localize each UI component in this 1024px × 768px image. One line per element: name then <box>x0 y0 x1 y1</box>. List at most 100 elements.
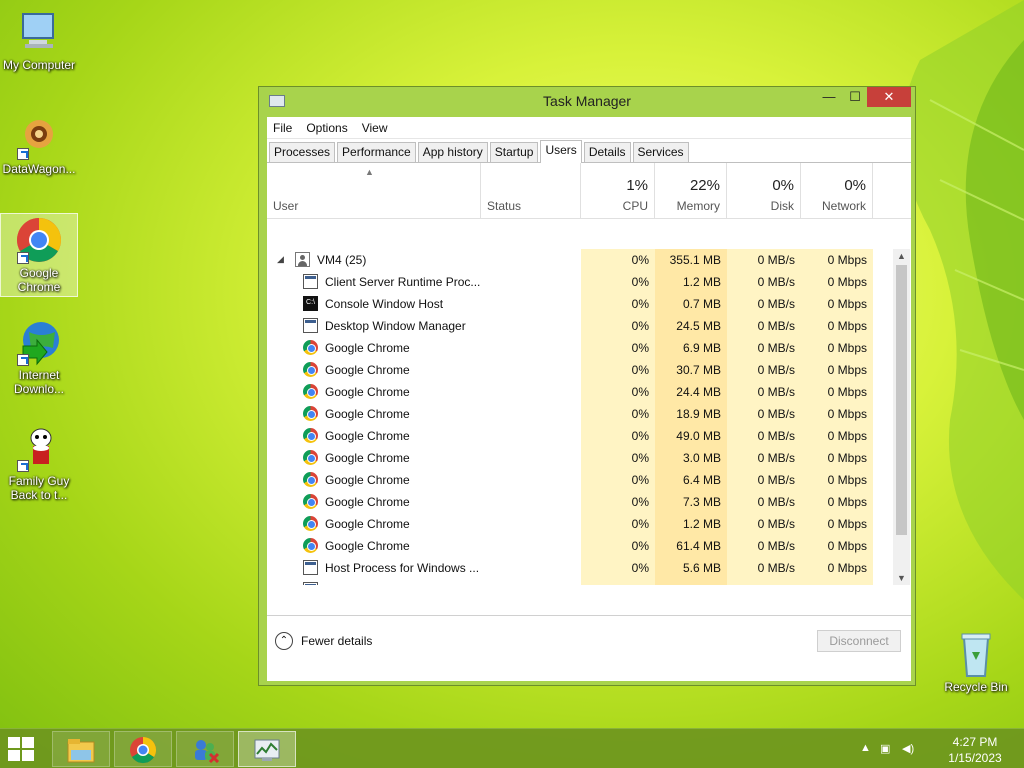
cpu-value: 0% <box>631 253 649 267</box>
disconnect-button[interactable]: Disconnect <box>817 630 901 652</box>
taskbar-file-explorer[interactable] <box>52 731 110 767</box>
process-row[interactable]: Google Chrome 0% 6.9 MB 0 MB/s 0 Mbps <box>267 337 893 359</box>
desktop-icon-datawagon[interactable]: DataWagon... <box>0 112 78 176</box>
tab-startup[interactable]: Startup <box>489 142 539 162</box>
process-row[interactable]: Google Chrome 0% 3.0 MB 0 MB/s 0 Mbps <box>267 447 893 469</box>
process-row[interactable]: Google Chrome 0% 1.2 MB 0 MB/s 0 Mbps <box>267 513 893 535</box>
disk-value: 0 MB/s <box>757 275 795 289</box>
volume-icon[interactable]: ◀) <box>902 742 914 755</box>
desktop-icon-family-guy[interactable]: Family Guy Back to t... <box>0 424 78 502</box>
desktop-icon-recycle-bin[interactable]: Recycle Bin <box>936 630 1016 694</box>
tab-app-history[interactable]: App history <box>417 142 488 162</box>
menu-file[interactable]: File <box>273 121 292 135</box>
family-guy-icon <box>15 424 63 472</box>
network-value: 0 Mbps <box>827 495 867 509</box>
desktop-icon-label: DataWagon... <box>2 162 76 176</box>
process-name: Host Process for Windows ... <box>325 561 480 575</box>
desktop-icon-my-computer[interactable]: My Computer <box>0 8 78 72</box>
cpu-value: 0% <box>631 517 649 531</box>
process-row[interactable]: Host Process for Windows ... 0% 5.6 MB 0 MB… <box>267 557 893 579</box>
chrome-icon <box>303 538 318 553</box>
window-icon <box>303 560 318 575</box>
disk-value: 0 MB/s <box>757 539 795 553</box>
show-hidden-icons-arrow[interactable]: ▲ <box>860 742 871 754</box>
desktop-icon-label: Internet Downlo... <box>13 368 65 396</box>
maximize-button[interactable]: ☐ <box>841 87 869 107</box>
tab-users[interactable]: Users <box>540 140 582 163</box>
process-name: IDM Integration module <box>325 583 450 585</box>
window-icon <box>303 318 318 333</box>
menu-view[interactable]: View <box>362 121 388 135</box>
memory-value: 61.4 MB <box>676 539 721 553</box>
chrome-icon <box>15 216 63 264</box>
console-icon: C:\ <box>303 296 318 311</box>
menu-options[interactable]: Options <box>306 121 347 135</box>
cpu-value: 0% <box>631 297 649 311</box>
memory-value: 7.3 MB <box>682 495 721 509</box>
process-name: Google Chrome <box>325 341 410 355</box>
column-header-user[interactable]: ▲ User <box>267 163 481 219</box>
process-row[interactable]: IDM Integration module 0% 1.3 MB 0 MB/s 0 Mb… <box>267 579 893 585</box>
taskbar-google-chrome[interactable] <box>114 731 172 767</box>
scroll-up-arrow-icon[interactable]: ▲ <box>893 249 910 263</box>
process-row[interactable]: Desktop Window Manager 0% 24.5 MB 0 MB/s 0 M… <box>267 315 893 337</box>
column-header-cpu[interactable]: 1% CPU <box>581 163 655 219</box>
taskbar-network-app[interactable] <box>176 731 234 767</box>
column-header-row: ▲ User Status 1% CPU 22% Memory 0% Disk … <box>267 163 911 219</box>
memory-value: 3.0 MB <box>682 451 721 465</box>
user-group-row[interactable]: ◢ VM4 (25) 0% 355.1 MB 0 MB/s 0 Mbps <box>267 249 893 271</box>
process-row[interactable]: Google Chrome 0% 18.9 MB 0 MB/s 0 Mbps <box>267 403 893 425</box>
cpu-value: 0% <box>631 275 649 289</box>
process-name: Google Chrome <box>325 517 410 531</box>
process-row[interactable]: Google Chrome 0% 30.7 MB 0 MB/s 0 Mbps <box>267 359 893 381</box>
scroll-thumb[interactable] <box>896 265 907 535</box>
process-name: Google Chrome <box>325 429 410 443</box>
process-row[interactable]: Google Chrome 0% 24.4 MB 0 MB/s 0 Mbps <box>267 381 893 403</box>
process-row[interactable]: Google Chrome 0% 7.3 MB 0 MB/s 0 Mbps <box>267 491 893 513</box>
chevron-up-icon: ⌃ <box>275 632 293 650</box>
process-row[interactable]: Google Chrome 0% 49.0 MB 0 MB/s 0 Mbps <box>267 425 893 447</box>
process-name: Desktop Window Manager <box>325 319 466 333</box>
scroll-down-arrow-icon[interactable]: ▼ <box>893 571 910 585</box>
desktop-icon-label: Google Chrome <box>17 266 61 294</box>
memory-value: 49.0 MB <box>676 429 721 443</box>
taskbar-task-manager[interactable] <box>238 731 296 767</box>
memory-value: 1.2 MB <box>682 517 721 531</box>
process-name: Console Window Host <box>325 297 444 311</box>
process-row[interactable]: C:\ Console Window Host 0% 0.7 MB 0 MB/s 0 Mb… <box>267 293 893 315</box>
column-header-status[interactable]: Status <box>481 163 581 219</box>
title-bar[interactable]: Task Manager — ☐ ✕ <box>259 87 915 115</box>
tab-details[interactable]: Details <box>583 142 631 162</box>
process-row[interactable]: Google Chrome 0% 61.4 MB 0 MB/s 0 Mbps <box>267 535 893 557</box>
network-value: 0 Mbps <box>827 451 867 465</box>
column-header-memory[interactable]: 22% Memory <box>655 163 727 219</box>
collapse-arrow-icon[interactable]: ◢ <box>277 254 284 265</box>
vertical-scrollbar[interactable]: ▲ ▼ <box>893 249 910 585</box>
fewer-details-button[interactable]: ⌃ Fewer details <box>275 632 372 650</box>
minimize-button[interactable]: — <box>815 87 843 107</box>
memory-value: 0.7 MB <box>682 297 721 311</box>
desktop-icon-internet-download-manager[interactable]: Internet Downlo... <box>0 318 78 396</box>
network-icon[interactable]: ▣ <box>880 742 890 755</box>
clock[interactable]: 4:27 PM 1/15/2023 <box>940 734 1010 766</box>
desktop-icon-google-chrome[interactable]: Google Chrome <box>0 213 78 297</box>
tab-performance[interactable]: Performance <box>337 142 416 162</box>
column-header-disk[interactable]: 0% Disk <box>727 163 801 219</box>
process-row[interactable]: Client Server Runtime Proc... 0% 1.2 MB 0 M… <box>267 271 893 293</box>
process-row[interactable]: Google Chrome 0% 6.4 MB 0 MB/s 0 Mbps <box>267 469 893 491</box>
chrome-icon <box>303 472 318 487</box>
tab-processes[interactable]: Processes <box>269 142 336 162</box>
desktop-icon-label: Family Guy Back to t... <box>8 474 70 502</box>
column-header-network[interactable]: 0% Network <box>801 163 873 219</box>
process-name: Google Chrome <box>325 385 410 399</box>
cpu-value: 0% <box>631 495 649 509</box>
close-button[interactable]: ✕ <box>867 87 911 107</box>
tab-services[interactable]: Services <box>632 142 689 162</box>
memory-value: 1.3 MB <box>655 583 721 585</box>
cpu-total-percent: 1% <box>626 177 648 194</box>
column-label: Memory <box>676 199 720 213</box>
start-button[interactable] <box>8 737 38 763</box>
chrome-icon <box>303 494 318 509</box>
memory-value: 5.6 MB <box>682 561 721 575</box>
network-value: 0 Mbps <box>827 275 867 289</box>
